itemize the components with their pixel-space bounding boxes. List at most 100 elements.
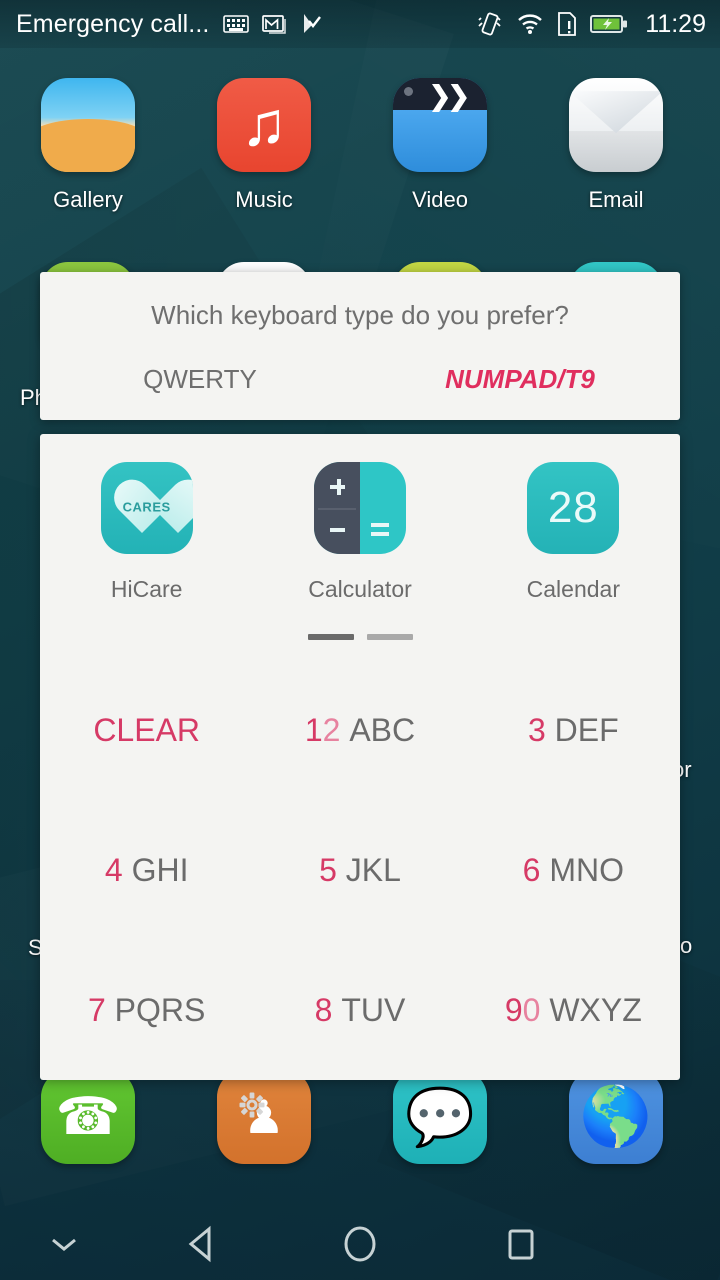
key-letters: GHI	[131, 851, 189, 888]
key-digit: 1	[304, 711, 323, 748]
gallery-icon	[41, 78, 135, 172]
home-app-label: Email	[588, 187, 644, 212]
key-digit: 8	[314, 991, 333, 1028]
key-5-jkl[interactable]: 5 JKL	[253, 800, 466, 940]
home-app-gallery[interactable]: Gallery	[0, 78, 176, 213]
suggested-apps-row: CARES HiCare Calculator 28 Calendar	[40, 462, 680, 603]
key-letters: JKL	[345, 851, 401, 888]
circle-home-icon	[344, 1226, 376, 1262]
minus-glyph	[329, 528, 346, 533]
calendar-icon: 28	[527, 462, 620, 554]
system-status-icons: 11:29	[477, 10, 706, 39]
speech-bubble-glyph: 💬	[405, 1085, 475, 1148]
keypad-grid: CLEAR 12 ABC 3 DEF 4 GHI 5 JKL 6 MNO 7 P…	[40, 660, 680, 1080]
music-note-glyph: ♫	[240, 90, 288, 159]
home-button[interactable]	[330, 1214, 390, 1274]
navigation-bar	[0, 1208, 720, 1280]
collapse-keyboard-button[interactable]	[40, 1220, 88, 1268]
recents-button[interactable]	[490, 1214, 550, 1274]
key-letters: WXYZ	[549, 991, 642, 1028]
home-app-label: Gallery	[53, 187, 123, 212]
keypad-row: CLEAR 12 ABC 3 DEF	[40, 660, 680, 800]
key-letters: DEF	[554, 711, 619, 748]
chevron-down-icon	[52, 1238, 76, 1251]
key-8-tuv[interactable]: 8 TUV	[253, 940, 466, 1080]
keypad-row: 4 GHI 5 JKL 6 MNO	[40, 800, 680, 940]
key-clear[interactable]: CLEAR	[40, 660, 253, 800]
dialog-question: Which keyboard type do you prefer?	[151, 300, 569, 330]
globe-glyph: 🌎	[579, 1084, 653, 1149]
square-recents-icon	[508, 1229, 534, 1260]
notification-icons[interactable]	[223, 12, 323, 36]
key-letters: MNO	[549, 851, 624, 888]
home-app-label: Video	[412, 187, 468, 212]
keyboard-type-dialog: Which keyboard type do you prefer? QWERT…	[40, 272, 680, 420]
home-app-email[interactable]: Email	[528, 78, 704, 213]
battery-charging-icon	[590, 15, 628, 33]
status-bar: Emergency call... 11:29	[0, 0, 720, 48]
key-letters: ABC	[349, 711, 416, 748]
keyboard-icon	[223, 15, 250, 33]
dock-app-phone[interactable]: ☎	[0, 1070, 176, 1164]
status-bar-title: Emergency call...	[16, 9, 210, 38]
music-icon: ♫	[217, 78, 311, 172]
dock-app-browser[interactable]: 🌎	[528, 1070, 704, 1164]
key-4-ghi[interactable]: 4 GHI	[40, 800, 253, 940]
triangle-back-icon	[188, 1225, 211, 1263]
vibrate-icon	[478, 12, 501, 36]
key-6-mno[interactable]: 6 MNO	[467, 800, 680, 940]
page-dot[interactable]	[366, 634, 413, 640]
suggested-app-calendar[interactable]: 28 Calendar	[467, 462, 680, 603]
key-digit: 6	[522, 851, 541, 888]
equals-glyph-bottom	[371, 531, 390, 536]
key-3-def[interactable]: 3 DEF	[467, 660, 680, 800]
key-1-2-abc[interactable]: 12 ABC	[253, 660, 466, 800]
page-indicator[interactable]	[40, 634, 680, 640]
message-icon: 💬	[393, 1070, 487, 1164]
key-letters: PQRS	[114, 991, 206, 1028]
key-digit-secondary: 0	[522, 991, 541, 1028]
browser-globe-icon: 🌎	[569, 1070, 663, 1164]
key-digit: 5	[319, 851, 337, 888]
checkmark-flag-icon	[304, 14, 322, 33]
status-bar-clock: 11:29	[645, 9, 706, 38]
gear-icon[interactable]	[236, 1089, 268, 1121]
key-digit: 4	[104, 851, 123, 888]
key-digit: 7	[87, 991, 106, 1028]
key-digit: 9	[504, 991, 523, 1028]
option-numpad-t9[interactable]: NUMPAD/T9	[360, 364, 680, 395]
dock: ☎ ♟ 💬 🌎	[0, 1070, 720, 1164]
suggested-app-hicare[interactable]: CARES HiCare	[40, 462, 253, 603]
hicare-badge-text: CARES	[122, 499, 171, 515]
occluded-label-right-lower: o	[680, 933, 693, 958]
suggested-app-label: HiCare	[110, 576, 183, 602]
home-app-video[interactable]: ❯ ❯ Video	[352, 78, 528, 213]
suggested-app-calculator[interactable]: Calculator	[253, 462, 466, 603]
handset-glyph: ☎	[55, 1088, 121, 1146]
envelope-body	[569, 130, 663, 172]
hicare-heart-icon: CARES	[100, 462, 193, 554]
calendar-day-number: 28	[547, 483, 599, 532]
key-7-pqrs[interactable]: 7 PQRS	[40, 940, 253, 1080]
calculator-left-panel	[313, 462, 360, 554]
option-qwerty[interactable]: QWERTY	[40, 364, 360, 395]
video-icon: ❯ ❯	[393, 78, 487, 172]
key-letters: TUV	[341, 991, 406, 1028]
sim-alert-icon	[558, 12, 577, 36]
dock-app-messaging[interactable]: 💬	[352, 1070, 528, 1164]
key-digit: 3	[527, 711, 546, 748]
heart-shape: CARES	[116, 479, 178, 541]
key-digit-secondary: 2	[322, 711, 341, 748]
phone-icon: ☎	[41, 1070, 135, 1164]
page-dot-active[interactable]	[307, 634, 354, 640]
keypad-row: 7 PQRS 8 TUV 90 WXYZ	[40, 940, 680, 1080]
wifi-icon	[518, 14, 543, 34]
home-app-label: Music	[235, 187, 293, 212]
chevron-right-icon: ❯	[447, 80, 471, 111]
key-9-0-wxyz[interactable]: 90 WXYZ	[467, 940, 680, 1080]
dialog-options: QWERTY NUMPAD/T9	[40, 364, 680, 395]
t9-keypad-panel: CARES HiCare Calculator 28 Calendar CLEA…	[40, 434, 680, 1118]
home-app-row-1: Gallery ♫ Music ❯ ❯ Video Email	[0, 78, 720, 213]
home-app-music[interactable]: ♫ Music	[176, 78, 352, 213]
back-button[interactable]	[172, 1214, 232, 1274]
